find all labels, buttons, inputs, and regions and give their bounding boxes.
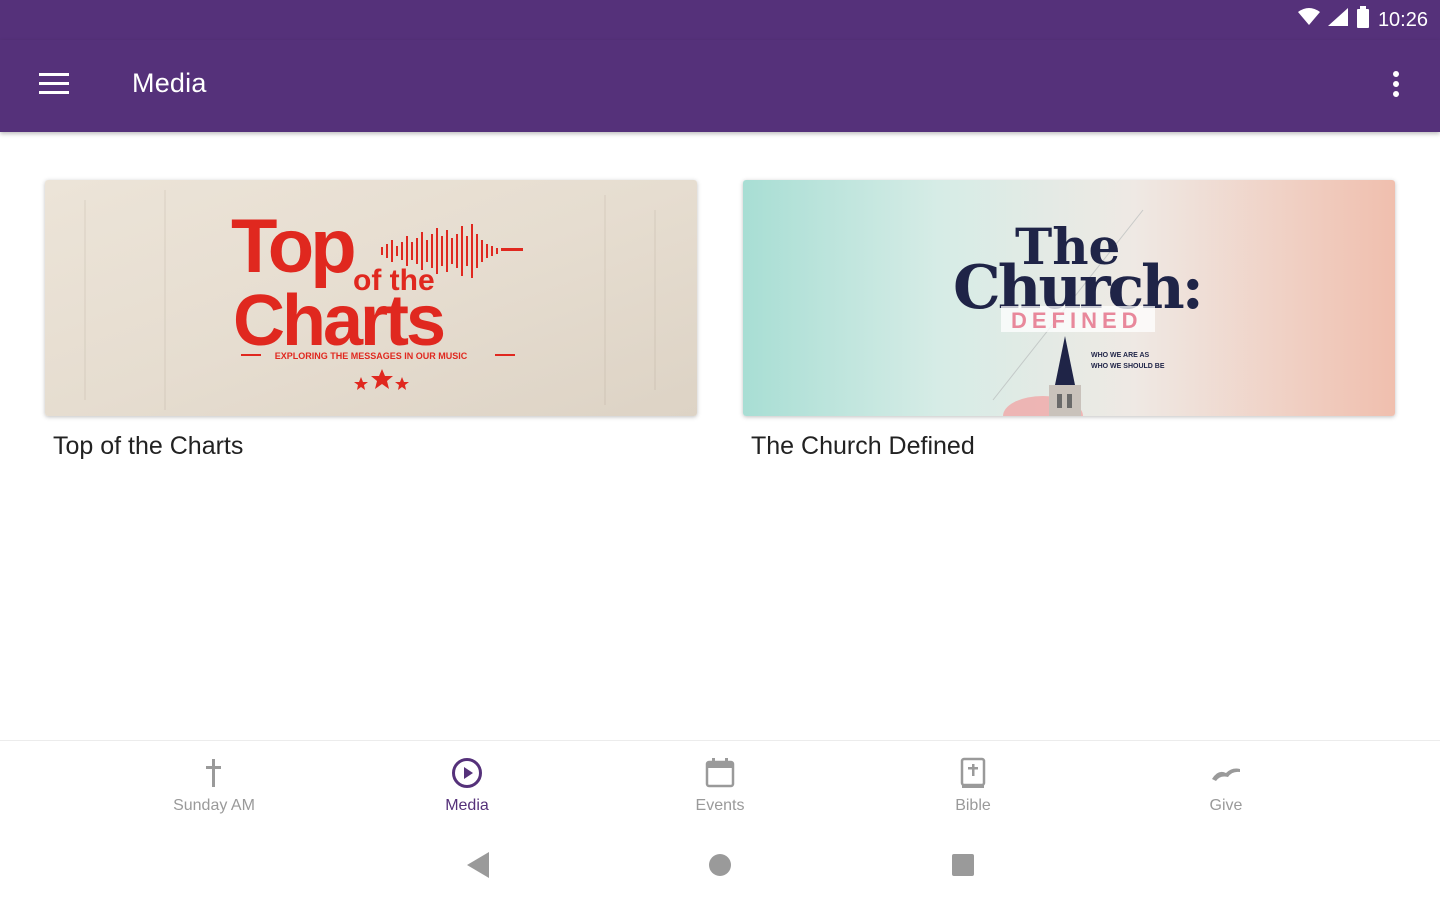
- card-image[interactable]: The Church: DEFINED WHO WE ARE AS WHO WE…: [743, 180, 1395, 416]
- menu-button[interactable]: [30, 66, 78, 106]
- overflow-menu-button[interactable]: [1378, 66, 1414, 106]
- page-title: Media: [132, 68, 207, 98]
- art-defined: DEFINED: [1011, 308, 1143, 333]
- bottom-navigation: Sunday AM Media Events Bible Give: [0, 740, 1440, 832]
- recents-button[interactable]: [948, 852, 978, 882]
- nav-item-give[interactable]: Give: [1146, 755, 1306, 815]
- back-triangle-icon: [465, 851, 489, 883]
- nav-label: Give: [1209, 797, 1243, 814]
- nav-label: Media: [445, 797, 489, 814]
- media-card-top-of-the-charts[interactable]: Top of the Charts EXPLORING THE MESSAGES…: [45, 180, 697, 461]
- art-tagline: EXPLORING THE MESSAGES IN OUR MUSIC: [275, 351, 468, 361]
- give-hand-icon: [1146, 755, 1306, 791]
- nav-label: Sunday AM: [173, 797, 255, 814]
- nav-label: Events: [695, 797, 745, 814]
- art-charts: Charts: [233, 281, 444, 361]
- art-top: Top: [231, 204, 354, 289]
- status-bar: 10:26: [0, 0, 1440, 40]
- media-card-the-church-defined[interactable]: The Church: DEFINED WHO WE ARE AS WHO WE…: [743, 180, 1395, 461]
- status-icons: 10:26: [1297, 6, 1428, 34]
- hamburger-menu-icon: [39, 72, 69, 100]
- art-small-2: WHO WE SHOULD BE: [1091, 363, 1165, 370]
- system-navigation-bar: [0, 832, 1440, 900]
- wifi-icon: [1297, 8, 1320, 32]
- nav-item-sunday-am[interactable]: Sunday AM: [134, 755, 294, 815]
- cross-icon: [134, 755, 294, 791]
- battery-icon: [1356, 6, 1370, 34]
- cell-signal-icon: [1327, 8, 1348, 32]
- art-small-1: WHO WE ARE AS: [1091, 352, 1150, 359]
- status-time: 10:26: [1377, 8, 1428, 31]
- nav-item-media[interactable]: Media: [387, 755, 547, 815]
- app-bar: Media: [0, 40, 1440, 132]
- card-image[interactable]: Top of the Charts EXPLORING THE MESSAGES…: [45, 180, 697, 416]
- nav-label: Bible: [955, 797, 991, 814]
- home-circle-icon: [708, 853, 732, 882]
- calendar-icon: [640, 755, 800, 791]
- nav-item-bible[interactable]: Bible: [893, 755, 1053, 815]
- nav-item-events[interactable]: Events: [640, 755, 800, 815]
- more-vert-icon: [1393, 70, 1399, 102]
- recents-square-icon: [951, 853, 975, 882]
- home-button[interactable]: [705, 852, 735, 882]
- bible-icon: [893, 755, 1053, 791]
- play-circle-icon: [387, 755, 547, 791]
- back-button[interactable]: [462, 851, 492, 883]
- card-title: The Church Defined: [751, 432, 975, 460]
- card-title: Top of the Charts: [53, 432, 244, 460]
